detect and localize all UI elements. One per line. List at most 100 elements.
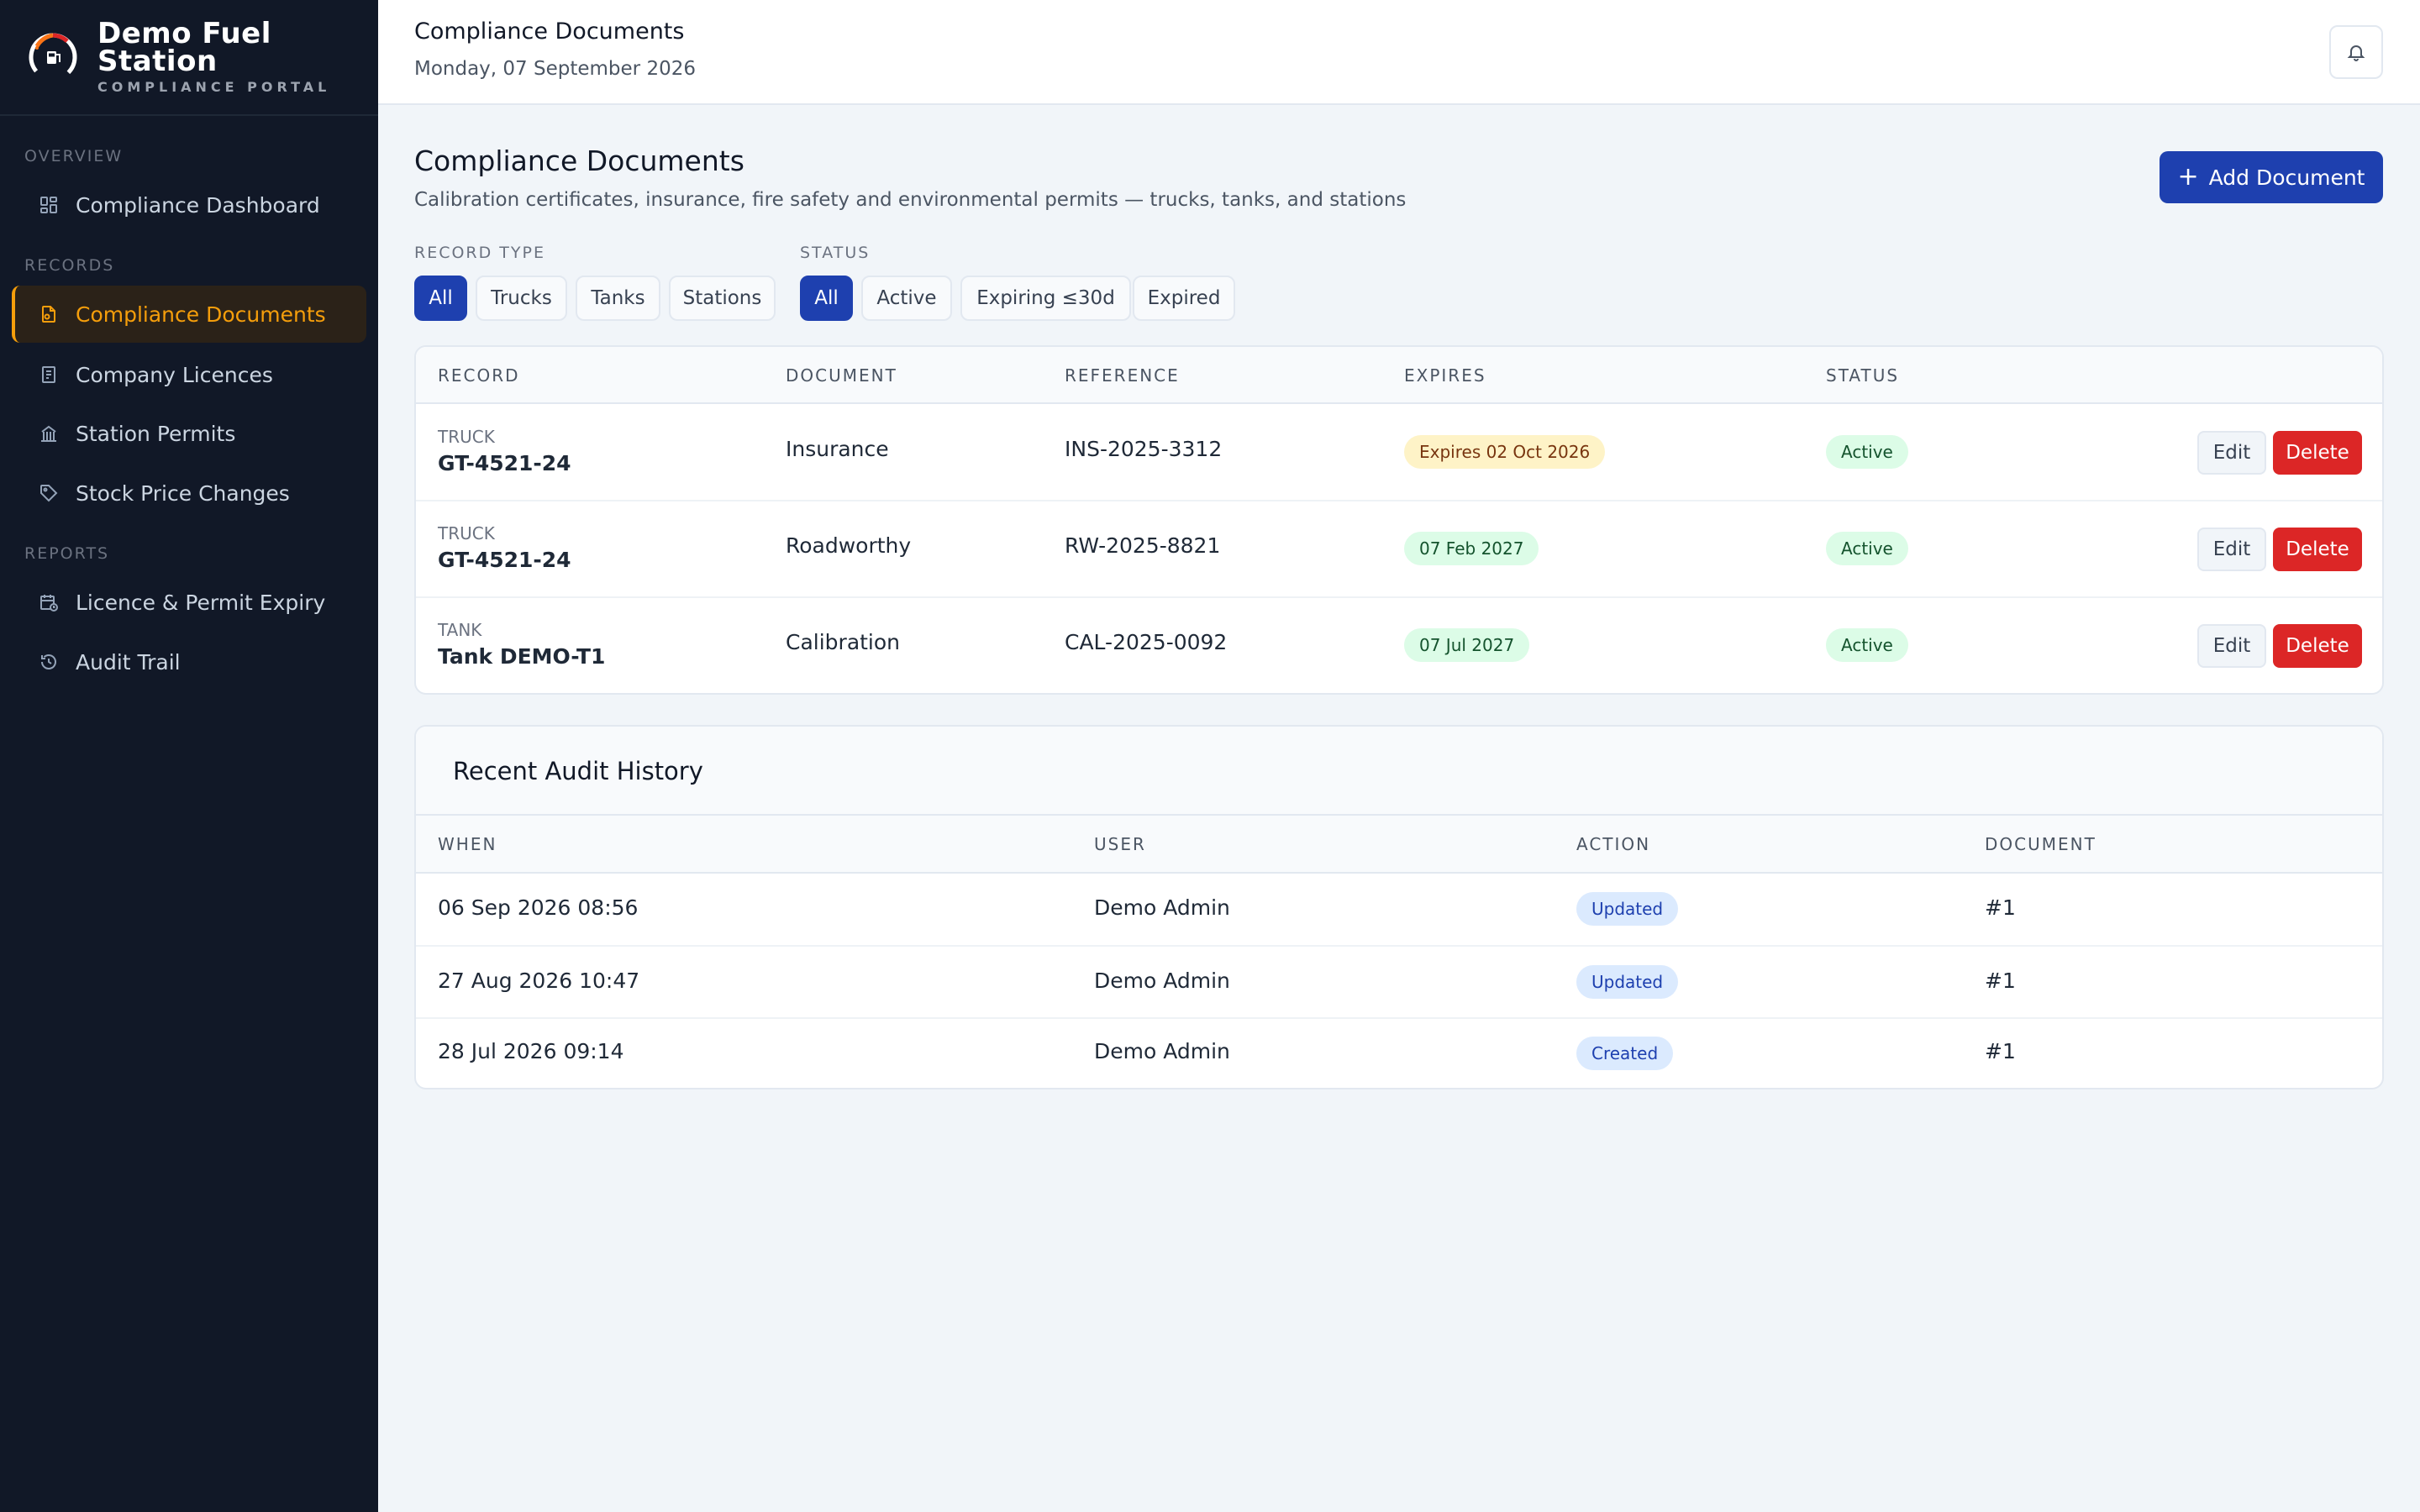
delete-button[interactable]: Delete — [2273, 528, 2362, 571]
calendar-clock-icon — [37, 591, 60, 614]
nav-section-records: RECORDS — [24, 256, 115, 275]
sidebar-item-station-permits[interactable]: Station Permits — [12, 405, 366, 462]
column-header-user: USER — [1094, 834, 1146, 854]
audit-action-badge: Created — [1576, 1037, 1674, 1070]
add-document-button[interactable]: + Add Document — [2160, 151, 2383, 203]
record-type-chip-stations[interactable]: Stations — [669, 276, 776, 321]
sidebar-item-stock-price-changes[interactable]: Stock Price Changes — [12, 465, 366, 522]
audit-action-badge: Updated — [1576, 892, 1679, 926]
notifications-button[interactable] — [2329, 25, 2383, 79]
audit-history-card: Recent Audit History WHEN USER ACTION DO… — [414, 725, 2384, 1089]
status-badge: Active — [1826, 532, 1908, 565]
sidebar-item-licence-permit-expiry[interactable]: Licence & Permit Expiry — [12, 574, 366, 631]
status-chip-active[interactable]: Active — [861, 276, 952, 321]
audit-action-badge: Updated — [1576, 965, 1679, 999]
status-badge: Active — [1826, 435, 1908, 469]
audit-document: #1 — [1985, 969, 2016, 993]
column-header-expires: EXPIRES — [1404, 365, 1486, 386]
nav-section-overview: OVERVIEW — [24, 147, 124, 165]
documents-table-header: RECORD DOCUMENT REFERENCE EXPIRES STATUS — [416, 347, 2382, 404]
plus-icon: + — [2177, 162, 2199, 192]
document-name: Calibration — [786, 630, 901, 654]
sidebar-item-label: Station Permits — [76, 421, 236, 446]
edit-button[interactable]: Edit — [2197, 431, 2266, 475]
record-type: TRUCK — [438, 427, 495, 447]
record-type: TRUCK — [438, 523, 495, 543]
audit-table-header: WHEN USER ACTION DOCUMENT — [416, 816, 2382, 874]
history-icon — [37, 650, 60, 674]
topbar-date: Monday, 07 September 2026 — [414, 58, 696, 80]
sidebar-item-compliance-documents[interactable]: Compliance Documents — [12, 286, 366, 343]
edit-button[interactable]: Edit — [2197, 624, 2266, 668]
record-type-chip-trucks[interactable]: Trucks — [476, 276, 567, 321]
topbar: Compliance Documents Monday, 07 Septembe… — [378, 0, 2420, 105]
document-icon — [37, 302, 60, 326]
add-document-label: Add Document — [2208, 165, 2365, 190]
expiry-badge: 07 Feb 2027 — [1404, 532, 1539, 565]
audit-document: #1 — [1985, 1039, 2016, 1063]
sidebar-item-label: Compliance Documents — [76, 302, 326, 327]
sidebar-item-label: Licence & Permit Expiry — [76, 590, 326, 615]
table-row: TRUCK GT-4521-24 Roadworthy RW-2025-8821… — [416, 501, 2382, 598]
record-id: Tank DEMO-T1 — [438, 644, 606, 669]
column-header-when: WHEN — [438, 834, 497, 854]
column-header-record: RECORD — [438, 365, 520, 386]
page-title: Compliance Documents — [414, 144, 744, 177]
brand-subtitle: COMPLIANCE PORTAL — [97, 78, 331, 95]
sidebar-item-audit-trail[interactable]: Audit Trail — [12, 633, 366, 690]
audit-when: 27 Aug 2026 10:47 — [438, 969, 640, 993]
page-subtitle: Calibration certificates, insurance, fir… — [414, 189, 1407, 211]
column-header-action: ACTION — [1576, 834, 1651, 854]
status-filter-label: STATUS — [800, 244, 871, 262]
status-badge: Active — [1826, 628, 1908, 662]
sidebar-item-label: Stock Price Changes — [76, 480, 290, 506]
record-type-chip-tanks[interactable]: Tanks — [576, 276, 660, 321]
brand: Demo Fuel Station COMPLIANCE PORTAL — [0, 0, 378, 116]
fuel-gauge-logo-icon — [29, 33, 77, 81]
sidebar-item-company-licences[interactable]: Company Licences — [12, 346, 366, 403]
nav-section-reports: REPORTS — [24, 544, 110, 563]
sidebar-item-label: Company Licences — [76, 362, 273, 387]
column-header-document: DOCUMENT — [786, 365, 897, 386]
status-chip-expiring[interactable]: Expiring ≤30d — [960, 276, 1131, 321]
audit-when: 28 Jul 2026 09:14 — [438, 1039, 624, 1063]
audit-user: Demo Admin — [1094, 969, 1230, 993]
delete-button[interactable]: Delete — [2273, 431, 2362, 475]
sidebar-item-compliance-dashboard[interactable]: Compliance Dashboard — [12, 176, 366, 234]
document-name: Insurance — [786, 437, 889, 461]
audit-user: Demo Admin — [1094, 895, 1230, 920]
dashboard-icon — [37, 193, 60, 217]
sidebar-item-label: Audit Trail — [76, 649, 181, 675]
audit-document: #1 — [1985, 895, 2016, 920]
status-chip-expired[interactable]: Expired — [1133, 276, 1235, 321]
sidebar-item-label: Compliance Dashboard — [76, 192, 320, 218]
tag-icon — [37, 481, 60, 505]
audit-when: 06 Sep 2026 08:56 — [438, 895, 639, 920]
certificate-icon — [37, 363, 60, 386]
document-reference: INS-2025-3312 — [1065, 437, 1223, 461]
record-type-chip-all[interactable]: All — [414, 276, 467, 321]
record-type-filter-label: RECORD TYPE — [414, 244, 545, 262]
table-row: TANK Tank DEMO-T1 Calibration CAL-2025-0… — [416, 598, 2382, 693]
table-row: TRUCK GT-4521-24 Insurance INS-2025-3312… — [416, 404, 2382, 501]
audit-history-title-bar: Recent Audit History — [416, 727, 2382, 816]
delete-button[interactable]: Delete — [2273, 624, 2362, 668]
expiry-badge: Expires 02 Oct 2026 — [1404, 435, 1606, 469]
brand-name-line1: Demo Fuel — [97, 16, 271, 50]
audit-user: Demo Admin — [1094, 1039, 1230, 1063]
documents-table: RECORD DOCUMENT REFERENCE EXPIRES STATUS… — [414, 345, 2384, 695]
bell-icon — [2347, 45, 2365, 61]
building-icon — [37, 422, 60, 445]
column-header-reference: REFERENCE — [1065, 365, 1180, 386]
sidebar: Demo Fuel Station COMPLIANCE PORTAL OVER… — [0, 0, 378, 1512]
audit-row: 28 Jul 2026 09:14 Demo Admin Created #1 — [416, 1019, 2382, 1088]
brand-name-line2: Station — [97, 44, 218, 78]
record-id: GT-4521-24 — [438, 451, 571, 475]
edit-button[interactable]: Edit — [2197, 528, 2266, 571]
record-type: TANK — [438, 620, 482, 640]
audit-row: 27 Aug 2026 10:47 Demo Admin Updated #1 — [416, 947, 2382, 1019]
document-reference: CAL-2025-0092 — [1065, 630, 1228, 654]
topbar-title: Compliance Documents — [414, 18, 685, 45]
column-header-document: DOCUMENT — [1985, 834, 2096, 854]
status-chip-all[interactable]: All — [800, 276, 853, 321]
